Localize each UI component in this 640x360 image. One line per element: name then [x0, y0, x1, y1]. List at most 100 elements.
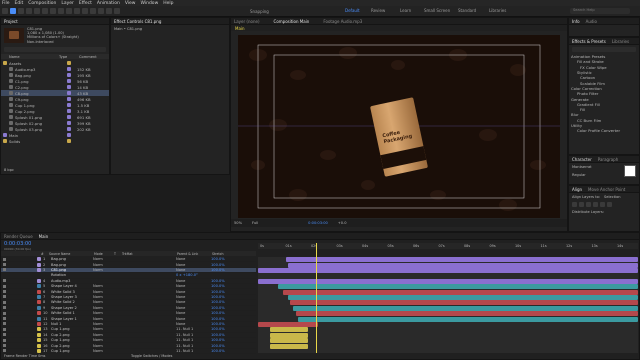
- layer-duration-bar[interactable]: [298, 316, 638, 322]
- layer-name[interactable]: Audio.mp3: [51, 279, 93, 283]
- layer-mode[interactable]: Norm: [93, 333, 121, 337]
- layer-parent[interactable]: None: [176, 300, 211, 304]
- snapping-label[interactable]: Snapping: [250, 9, 269, 14]
- layer-stretch[interactable]: 100.0%: [211, 295, 225, 299]
- tab-audio[interactable]: Audio: [586, 19, 597, 24]
- layer-label-color[interactable]: [37, 284, 41, 289]
- layer-label-color[interactable]: [37, 348, 41, 353]
- layer-duration-bar[interactable]: [296, 311, 638, 317]
- pen-tool-icon[interactable]: [66, 8, 72, 14]
- col-name[interactable]: Name: [9, 55, 59, 59]
- visibility-eye-icon[interactable]: [3, 268, 6, 272]
- layer-name[interactable]: Cup 1.png: [51, 327, 93, 331]
- layer-label-color[interactable]: [37, 273, 41, 277]
- layer-parent[interactable]: None: [176, 279, 211, 283]
- layer-stretch[interactable]: 100.0%: [211, 257, 225, 261]
- layer-duration-bar[interactable]: [288, 262, 638, 268]
- tab-character[interactable]: Character: [572, 157, 592, 162]
- layer-parent[interactable]: None: [176, 263, 211, 267]
- align-bottom-icon[interactable]: [607, 202, 612, 207]
- layer-parent[interactable]: 11. Null 1: [176, 344, 211, 348]
- visibility-eye-icon[interactable]: [3, 263, 6, 267]
- comp-name-tab[interactable]: Main: [235, 26, 245, 31]
- playhead[interactable]: [316, 243, 317, 353]
- layer-name[interactable]: White Solid 3: [51, 290, 93, 294]
- layer-stretch[interactable]: 100.0%: [211, 322, 225, 326]
- layer-stretch[interactable]: 100.0%: [211, 284, 225, 288]
- menu-edit[interactable]: Edit: [15, 1, 24, 6]
- viewer-tab-1[interactable]: Composition Main: [274, 19, 310, 24]
- layer-duration-bar[interactable]: [270, 343, 308, 349]
- roto-tool-icon[interactable]: [106, 8, 112, 14]
- visibility-eye-icon[interactable]: [3, 327, 6, 331]
- label-color-icon[interactable]: [67, 73, 71, 77]
- label-color-icon[interactable]: [67, 85, 71, 89]
- tab-render-queue[interactable]: Render Queue: [4, 234, 33, 239]
- layer-label-color[interactable]: [37, 321, 41, 326]
- project-search-input[interactable]: [4, 47, 106, 52]
- layer-stretch[interactable]: 100.0%: [211, 306, 225, 310]
- layer-parent[interactable]: None: [176, 306, 211, 310]
- tab-effect-controls[interactable]: Effect Controls C81.png: [114, 19, 161, 24]
- layer-duration-bar[interactable]: [270, 338, 308, 344]
- visibility-eye-icon[interactable]: [3, 317, 6, 321]
- layer-label-color[interactable]: [37, 305, 41, 310]
- visibility-eye-icon[interactable]: [3, 344, 6, 348]
- layer-duration-bar[interactable]: [283, 289, 638, 295]
- home-icon[interactable]: [2, 8, 8, 14]
- workspace-learn[interactable]: Learn: [400, 8, 411, 13]
- layer-name[interactable]: Shape Layer 4: [51, 284, 93, 288]
- align-top-icon[interactable]: [593, 202, 598, 207]
- time-ruler[interactable]: 0s 01s 02s 03s 04s 05s 06s 07s 08s 09s 10s 11s 12s 13…: [258, 243, 638, 249]
- label-color-icon[interactable]: [67, 91, 71, 95]
- visibility-eye-icon[interactable]: [3, 300, 6, 304]
- layer-stretch[interactable]: 100.0%: [211, 333, 225, 337]
- layer-stretch[interactable]: 100.0%: [211, 338, 225, 342]
- effects-search-input[interactable]: [572, 47, 636, 52]
- layer-stretch[interactable]: 100.0%: [211, 317, 225, 321]
- layer-parent[interactable]: None: [176, 322, 211, 326]
- tab-paragraph[interactable]: Paragraph: [598, 157, 619, 162]
- visibility-eye-icon[interactable]: [3, 338, 6, 342]
- layer-stretch[interactable]: 100.0%: [211, 300, 225, 304]
- layer-label-color[interactable]: [37, 343, 41, 348]
- layer-parent[interactable]: 11. Null 1: [176, 338, 211, 342]
- layer-stretch[interactable]: 100.0%: [211, 279, 225, 283]
- workspace-default[interactable]: Default: [345, 8, 360, 13]
- visibility-eye-icon[interactable]: [3, 284, 6, 288]
- layer-duration-bar[interactable]: [258, 268, 638, 273]
- visibility-eye-icon[interactable]: [3, 333, 6, 337]
- layer-name[interactable]: Shape Layer 1: [51, 317, 93, 321]
- visibility-eye-icon[interactable]: [3, 311, 6, 315]
- visibility-eye-icon[interactable]: [3, 279, 6, 283]
- tab-move-anchor[interactable]: Move Anchor Point: [588, 187, 625, 192]
- label-color-icon[interactable]: [67, 67, 71, 71]
- workspace-standard[interactable]: Standard: [458, 8, 476, 13]
- label-color-icon[interactable]: [67, 115, 71, 119]
- align-to-select[interactable]: Selection: [604, 195, 621, 199]
- layer-label-color[interactable]: [37, 338, 41, 343]
- tab-project[interactable]: Project: [4, 19, 18, 24]
- layer-parent[interactable]: None: [176, 295, 211, 299]
- layer-name[interactable]: Cup 2.png: [51, 344, 93, 348]
- layer-parent[interactable]: None: [176, 257, 211, 261]
- search-help-input[interactable]: Search Help: [570, 8, 630, 14]
- visibility-eye-icon[interactable]: [3, 290, 6, 294]
- layer-mode[interactable]: Norm: [93, 300, 121, 304]
- layer-name[interactable]: Bag.png: [51, 257, 93, 261]
- layer-name[interactable]: Rotation: [51, 273, 93, 277]
- layer-parent[interactable]: None: [176, 268, 211, 272]
- zoom-select[interactable]: 50%: [234, 221, 242, 225]
- layer-name[interactable]: C81.png: [51, 268, 93, 272]
- workspace-small-screen[interactable]: Small Screen: [424, 8, 450, 13]
- viewer-tab-2[interactable]: Footage Audio.mp3: [323, 19, 362, 24]
- layer-stretch[interactable]: 100.0%: [211, 344, 225, 348]
- layer-label-color[interactable]: [37, 289, 41, 294]
- layer-parent[interactable]: None: [176, 311, 211, 315]
- layer-name[interactable]: Bag.png: [51, 263, 93, 267]
- layer-duration-bar[interactable]: [293, 305, 638, 311]
- layer-mode[interactable]: Norm: [93, 268, 121, 272]
- layer-name[interactable]: Null 1: [51, 322, 93, 326]
- label-color-icon[interactable]: [67, 133, 71, 137]
- layer-parent[interactable]: None: [176, 317, 211, 321]
